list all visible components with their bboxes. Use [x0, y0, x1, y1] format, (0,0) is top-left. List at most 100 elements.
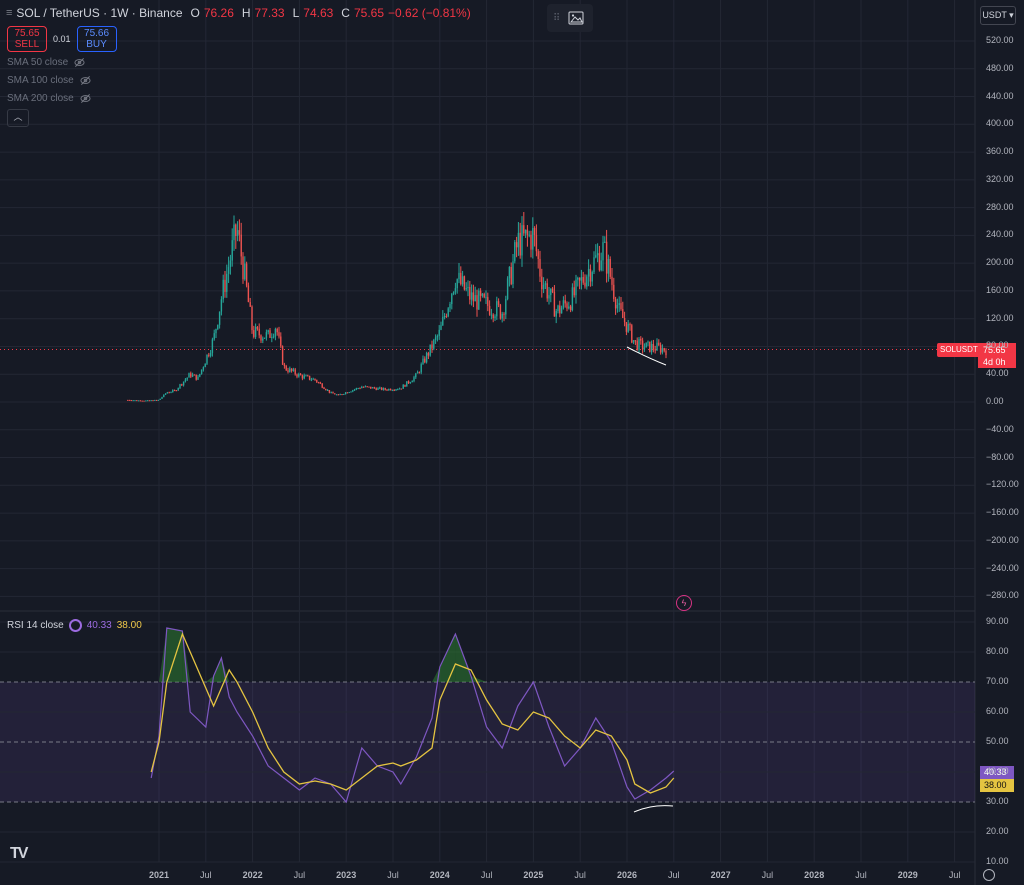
candle-body: [661, 348, 664, 353]
candle-body: [182, 381, 185, 386]
candle-body: [488, 305, 491, 315]
candle-body: [278, 332, 280, 337]
candle-body: [400, 388, 403, 390]
candle-body: [433, 339, 435, 349]
candle-body: [173, 390, 176, 392]
settings-gear-icon[interactable]: [983, 869, 995, 881]
candle-body: [305, 375, 307, 377]
candle-body: [307, 375, 309, 377]
overbought-fill: [439, 634, 456, 682]
candle-body: [249, 302, 251, 307]
candle-body: [631, 325, 633, 343]
candle-body: [366, 386, 368, 388]
settings-icon[interactable]: [68, 619, 82, 632]
candle-body: [416, 372, 419, 374]
candle-body: [247, 285, 250, 303]
eye-off-icon[interactable]: [74, 57, 85, 68]
sell-button[interactable]: 75.65 SELL: [7, 26, 47, 52]
candle-body: [258, 328, 260, 336]
candle-body: [589, 268, 592, 282]
candle-body: [253, 330, 255, 337]
candle-body: [384, 388, 386, 390]
close-value: 75.65: [353, 6, 384, 20]
candle-body: [555, 311, 557, 317]
chart-canvas[interactable]: [0, 0, 1024, 885]
candle-body: [485, 297, 487, 299]
symbol-title[interactable]: SOL / TetherUS · 1W · Binance: [16, 6, 182, 20]
indicator-sma100[interactable]: SMA 100 close: [7, 75, 91, 86]
candle-body: [328, 390, 331, 393]
candle-body: [546, 283, 548, 299]
candle-body: [451, 293, 453, 305]
candle-body: [494, 316, 496, 319]
y-tick-label: 200.00: [986, 257, 1014, 268]
candle-body: [127, 399, 129, 401]
candle-body: [222, 279, 224, 300]
candle-body: [398, 388, 401, 390]
candle-body: [602, 242, 604, 261]
candle-body: [303, 375, 305, 379]
candle-body: [289, 368, 291, 372]
candle-body: [647, 341, 649, 343]
candle-body: [337, 394, 340, 396]
x-tick-label: 2021: [148, 870, 170, 880]
candle-body: [582, 277, 584, 283]
candle-body: [265, 332, 268, 338]
candle-body: [343, 393, 345, 395]
open-key: O: [190, 6, 200, 20]
drag-handle-icon[interactable]: ⠿: [553, 13, 560, 24]
image-icon[interactable]: [568, 11, 584, 25]
indicator-sma50[interactable]: SMA 50 close: [7, 57, 85, 68]
candle-body: [325, 388, 327, 391]
candle-body: [128, 399, 131, 401]
rsi-value: 40.33: [86, 620, 112, 631]
candle-body: [310, 379, 313, 381]
y-tick-label: 0.00: [986, 396, 1004, 406]
y-tick-label: −280.00: [986, 590, 1019, 601]
alert-icon[interactable]: ϟ: [676, 595, 692, 611]
x-tick-label: 2027: [710, 870, 731, 880]
tradingview-logo[interactable]: TV: [10, 845, 29, 863]
x-tick-label: 2025: [523, 870, 544, 880]
eye-off-icon[interactable]: [80, 93, 91, 104]
eye-off-icon[interactable]: [80, 75, 91, 86]
candle-body: [526, 229, 529, 236]
candle-body: [202, 367, 205, 370]
currency-selector[interactable]: USDT ▾: [980, 6, 1016, 25]
candle-body: [362, 386, 365, 388]
candle-body: [146, 400, 149, 402]
candle-body: [481, 293, 484, 296]
candle-body: [186, 377, 188, 380]
collapse-indicators-button[interactable]: ︿: [7, 109, 29, 127]
candle-body: [532, 228, 534, 250]
candle-body: [373, 387, 376, 389]
candle-body: [251, 306, 253, 331]
candle-body: [407, 381, 410, 384]
candle-body: [406, 381, 408, 387]
candle-body: [544, 283, 547, 285]
candle-body: [665, 350, 667, 356]
sell-label: SELL: [14, 39, 40, 50]
rsi-label: RSI 14 close: [7, 620, 64, 631]
x-tick-label: Jul: [948, 870, 961, 880]
candle-body: [197, 376, 199, 380]
candle-body: [274, 329, 277, 337]
rsi-legend[interactable]: RSI 14 close 40.33 38.00: [7, 619, 142, 632]
candle-body: [290, 368, 293, 371]
x-tick-label: 2023: [336, 870, 357, 880]
x-tick-label: Jul: [200, 870, 212, 880]
low-value: 74.63: [303, 6, 334, 20]
candle-body: [227, 267, 230, 274]
buy-button[interactable]: 75.66 BUY: [76, 26, 117, 52]
candle-body: [478, 290, 480, 310]
y-tick-label: −120.00: [986, 479, 1019, 490]
candle-body: [130, 400, 133, 402]
candle-body: [575, 279, 577, 296]
candle-body: [159, 398, 161, 400]
menu-icon[interactable]: ≡: [6, 7, 12, 19]
indicator-sma200[interactable]: SMA 200 close: [7, 93, 91, 104]
candle-body: [487, 297, 489, 306]
candle-body: [654, 349, 656, 351]
candle-body: [510, 266, 512, 285]
trade-panel: 75.65 SELL 0.01 75.66 BUY: [7, 26, 117, 52]
